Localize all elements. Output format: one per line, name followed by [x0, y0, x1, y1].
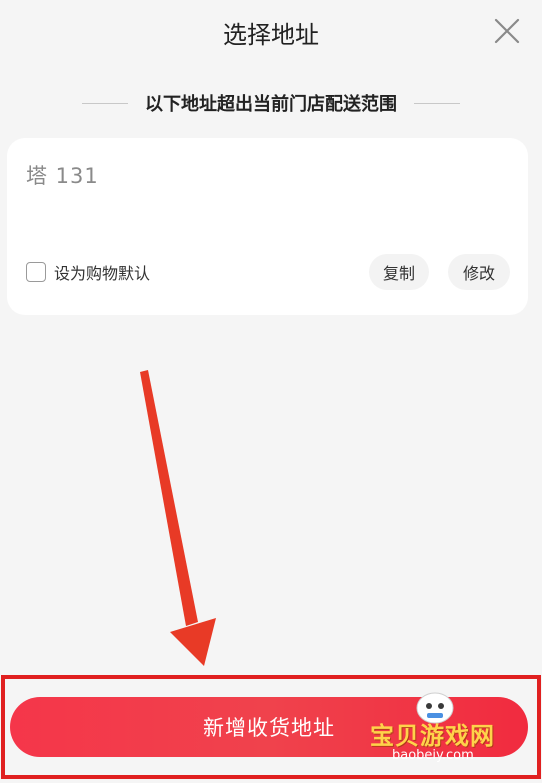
watermark-text: 宝贝游戏网	[370, 722, 495, 750]
annotation-arrow	[140, 370, 216, 666]
arrow-shaft	[140, 370, 198, 626]
watermark: 宝贝游戏网 baobeiy.com	[370, 688, 535, 773]
arrow-head	[170, 618, 216, 666]
watermark-domain: baobeiy.com	[392, 748, 474, 763]
add-address-label: 新增收货地址	[203, 716, 335, 740]
